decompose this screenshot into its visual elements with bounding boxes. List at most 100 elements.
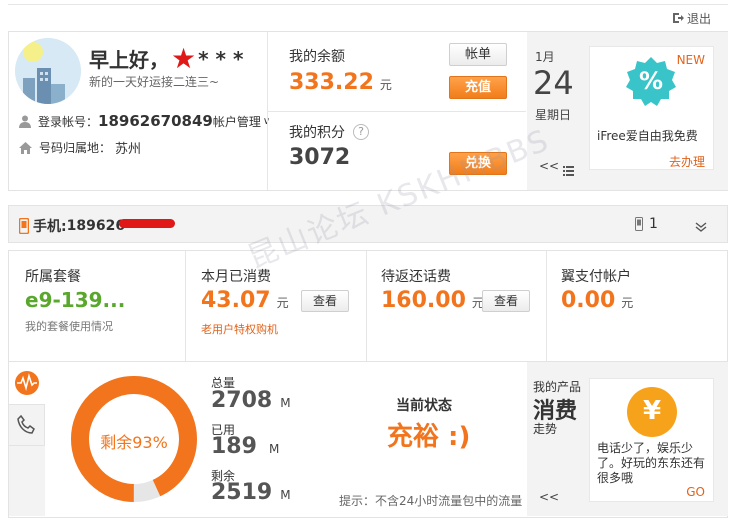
- spent-value-row: 43.07 元: [201, 288, 289, 313]
- phone-small-icon: [635, 217, 643, 231]
- phone-number-masked: 189626: [66, 218, 126, 234]
- balance-unit: 元: [379, 78, 392, 92]
- calendar-month: 1月: [535, 50, 555, 64]
- state-label: 当前状态: [396, 398, 452, 414]
- usage-remain-unit: M: [280, 488, 291, 502]
- usage-total-row: 2708 M: [211, 388, 291, 413]
- device-count-value: 1: [649, 216, 658, 232]
- plan-value[interactable]: e9-139...: [25, 288, 125, 312]
- calendar-weekday: 星期日: [535, 108, 572, 122]
- prev-button[interactable]: <<: [539, 159, 559, 173]
- divider-horizontal: [268, 111, 526, 112]
- products-card[interactable]: ¥ 电话少了，娱乐少了。好玩的东东还有很多哦 GO: [589, 378, 714, 502]
- discount-icon: %: [626, 57, 676, 107]
- phone-label: 手机:: [33, 219, 67, 235]
- redaction-star: ★: [171, 41, 197, 75]
- products-prev-button[interactable]: <<: [539, 490, 559, 504]
- percent-glyph: %: [638, 67, 664, 95]
- yipay-label: 翼支付帐户: [561, 269, 631, 285]
- yipay-value-row: 0.00 元: [561, 288, 633, 313]
- points-label: 我的积分: [289, 125, 345, 141]
- usage-section: 剩余93% 总量 2708 M 已用 189 M 剩余 2519 M 当前状态 …: [8, 362, 728, 518]
- points-value: 3072: [289, 145, 351, 170]
- products-text: 电话少了，娱乐少了。好玩的东东还有很多哦: [597, 441, 706, 485]
- balance-label: 我的余额: [289, 49, 345, 65]
- account-manage-label: 帐户管理: [212, 114, 261, 129]
- balance-value: 333.22: [289, 70, 374, 95]
- greeting-text: 早上好，: [89, 48, 169, 72]
- expand-icon[interactable]: [695, 218, 707, 237]
- mobile-icon: [19, 218, 29, 234]
- usage-donut: 剩余93%: [69, 374, 199, 504]
- logout-label: 退出: [687, 11, 712, 26]
- usage-used-row: 189 M: [211, 434, 279, 459]
- redaction-stroke: [119, 218, 176, 228]
- stats-divider-1: [185, 251, 186, 361]
- login-label: 登录帐号：: [38, 114, 99, 129]
- balance-value-row: 333.22 元: [289, 70, 392, 95]
- refund-value-row: 160.00 元: [381, 288, 484, 313]
- usage-total-unit: M: [280, 396, 291, 410]
- yipay-unit: 元: [621, 296, 634, 310]
- device-count[interactable]: 1: [635, 216, 658, 232]
- region-label: 号码归属地：: [39, 141, 112, 155]
- username-masked: * * *: [198, 46, 244, 71]
- usage-remain-row: 2519 M: [211, 480, 291, 505]
- list-icon[interactable]: [563, 161, 574, 176]
- logout-icon: [673, 13, 684, 23]
- phone-label-row: 手机: 189626: [19, 216, 176, 236]
- usage-hint: 提示：不含24小时流量包中的流量: [339, 494, 523, 508]
- usage-used-value: 189: [211, 434, 257, 459]
- products-go-link[interactable]: GO: [686, 485, 705, 499]
- home-icon: [19, 141, 32, 154]
- promo-action-link[interactable]: 去办理: [669, 153, 705, 170]
- products-title-sub: 走势: [533, 422, 558, 436]
- calendar-panel: 1月 24 星期日 << NEW % iFree爱自由我免费 去办理: [527, 32, 728, 190]
- state-value: 充裕 :): [387, 422, 471, 452]
- exchange-button[interactable]: 兑换: [449, 152, 507, 175]
- greeting: 早上好， ★ * * *: [89, 44, 243, 73]
- spent-value: 43.07: [201, 288, 271, 313]
- user-icon: [19, 115, 31, 128]
- phone-icon: [16, 415, 35, 434]
- stats-divider-3: [546, 251, 547, 361]
- account-card: 早上好， ★ * * * 新的一天好运接二连三~ 登录帐号： 189626708…: [8, 31, 728, 191]
- tab-data-usage[interactable]: [9, 362, 45, 404]
- help-icon[interactable]: ?: [353, 124, 369, 140]
- calendar-day: 24: [533, 64, 574, 102]
- login-row: 登录帐号： 18962670849 帐户管理 ∨: [19, 112, 270, 130]
- refund-value: 160.00: [381, 288, 466, 313]
- spent-view-button[interactable]: 查看: [301, 290, 349, 312]
- account-manage-link[interactable]: 帐户管理 ∨: [213, 113, 270, 130]
- plan-usage-link[interactable]: 我的套餐使用情况: [25, 318, 113, 334]
- region-row: 号码归属地： 苏州: [19, 138, 141, 157]
- stats-divider-2: [366, 251, 367, 361]
- region-value: 苏州: [115, 142, 142, 157]
- donut-label: 剩余93%: [100, 433, 168, 452]
- tab-spacer: [9, 446, 45, 516]
- tab-calls[interactable]: [9, 404, 45, 446]
- logout-link[interactable]: 退出: [672, 10, 711, 26]
- yen-glyph: ¥: [642, 396, 662, 426]
- promo-text: iFree爱自由我免费: [597, 129, 698, 143]
- spent-promo-link[interactable]: 老用户特权购机: [201, 321, 278, 337]
- bill-button[interactable]: 帐单: [449, 43, 507, 66]
- spent-label: 本月已消费: [201, 269, 271, 285]
- login-value: 18962670849: [98, 112, 213, 130]
- new-badge: NEW: [676, 53, 705, 67]
- products-panel: 我的产品 消费 走势 << ¥ 电话少了，娱乐少了。好玩的东东还有很多哦 GO: [527, 362, 728, 516]
- top-line: [8, 4, 728, 5]
- recharge-button[interactable]: 充值: [449, 76, 507, 99]
- yipay-value: 0.00: [561, 288, 616, 313]
- plan-label: 所属套餐: [25, 269, 81, 285]
- refund-view-button[interactable]: 查看: [482, 290, 530, 312]
- usage-total-value: 2708: [211, 388, 273, 413]
- spent-unit: 元: [276, 296, 289, 310]
- usage-remain-value: 2519: [211, 480, 273, 505]
- points-label-row: 我的积分 ?: [289, 122, 369, 142]
- slogan: 新的一天好运接二连三~: [89, 75, 220, 89]
- stats-row: 所属套餐 e9-139... 我的套餐使用情况 本月已消费 43.07 元 查看…: [8, 250, 728, 362]
- avatar: [15, 38, 81, 104]
- usage-used-unit: M: [268, 442, 280, 456]
- promo-card[interactable]: NEW % iFree爱自由我免费 去办理: [589, 46, 714, 170]
